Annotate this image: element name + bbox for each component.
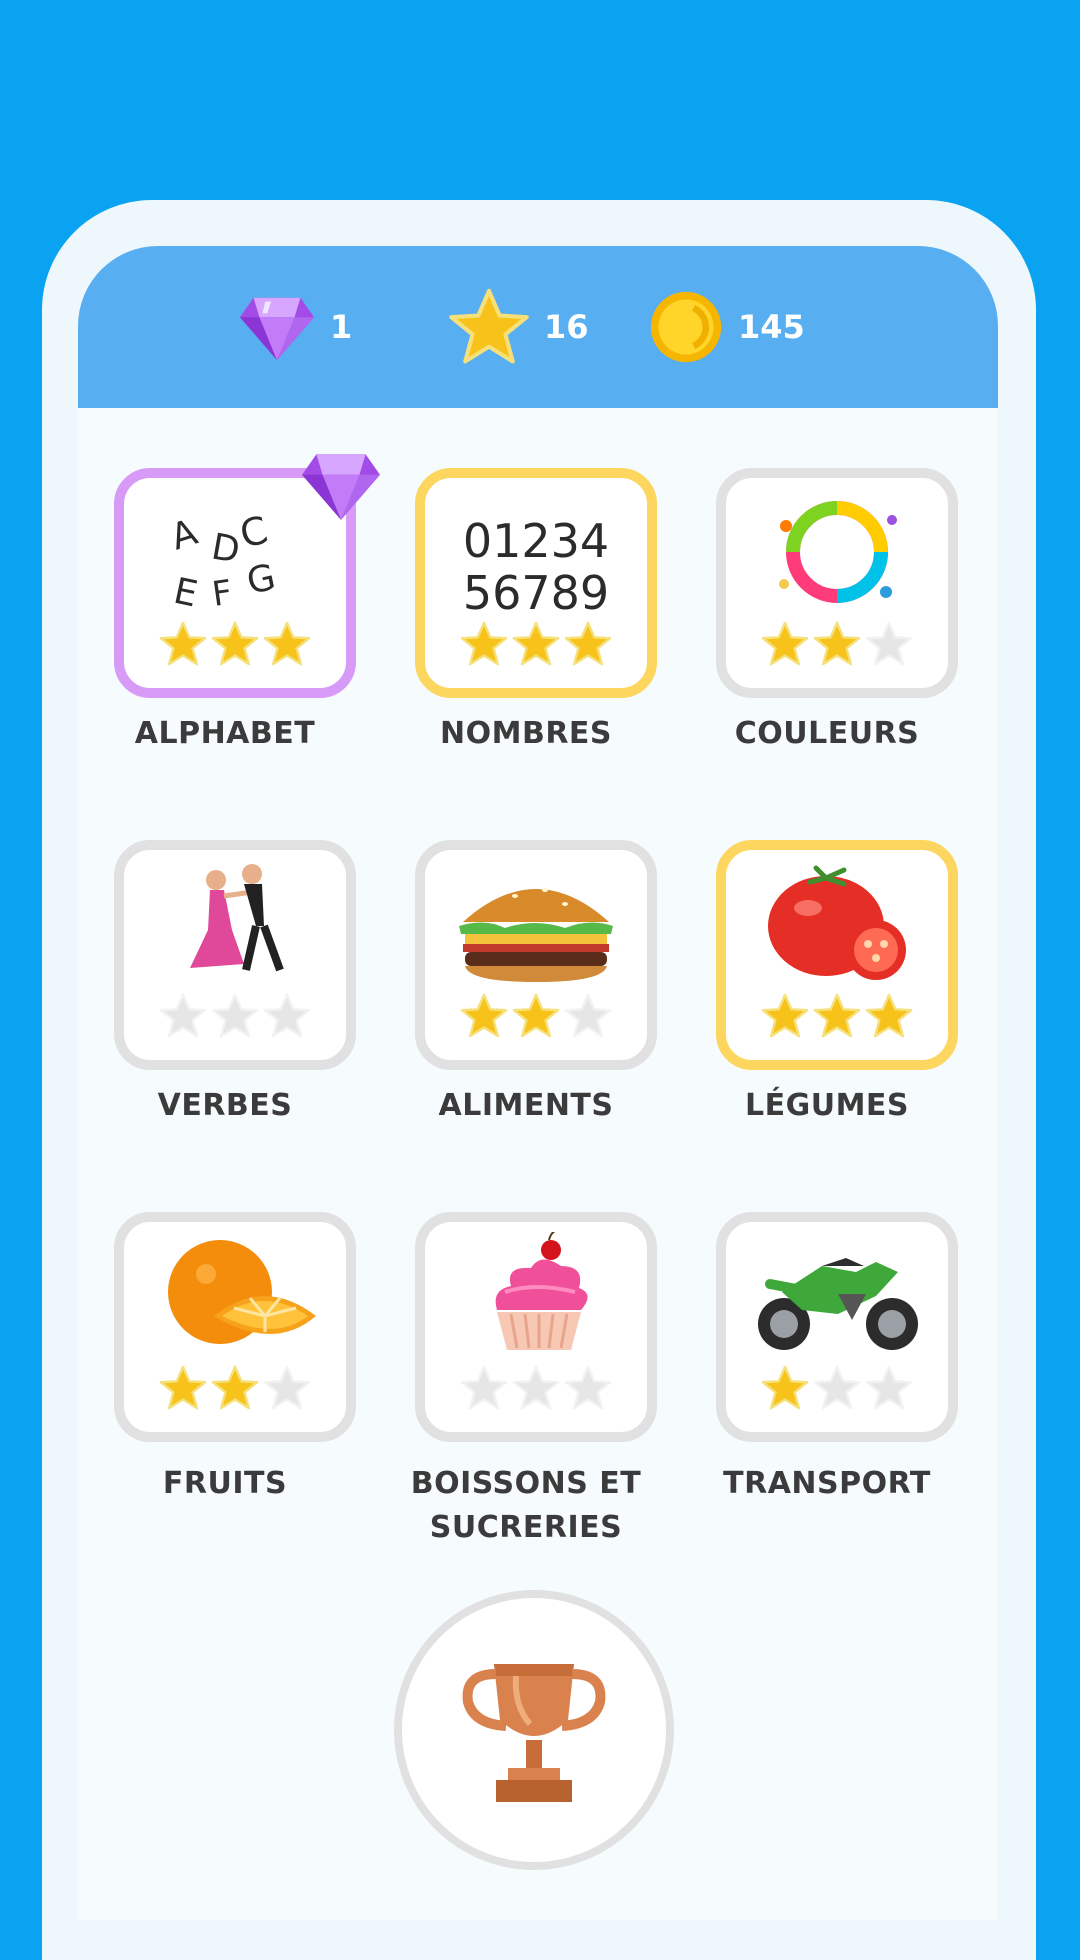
category-label: LÉGUMES [744, 1088, 910, 1123]
category-tile-legumes[interactable] [716, 840, 958, 1070]
category-label-line2: SUCRERIES [429, 1510, 623, 1545]
star-filled-icon [761, 621, 809, 666]
star-filled-icon [159, 621, 207, 666]
category-tile-boissons-sucreries[interactable] [415, 1212, 657, 1442]
motorcycle-image [758, 1258, 918, 1350]
burger-image [459, 888, 613, 982]
category-tile-couleurs[interactable] [716, 468, 958, 698]
star-rating [726, 620, 948, 672]
star-empty-icon [512, 1365, 560, 1410]
category-label: ALIMENTS [438, 1088, 614, 1123]
coins-counter: 145 [648, 284, 805, 370]
letter: C [236, 508, 272, 557]
star-filled-icon [564, 621, 612, 666]
star-rating [425, 992, 647, 1044]
star-empty-icon [263, 993, 311, 1038]
category-label: COULEURS [734, 716, 920, 751]
letter: D [208, 526, 242, 571]
star-icon [449, 288, 529, 364]
category-tile-transport[interactable] [716, 1212, 958, 1442]
diamond-icon [302, 454, 380, 520]
star-rating [425, 1364, 647, 1416]
star-rating [124, 1364, 346, 1416]
star-filled-icon [865, 993, 913, 1038]
star-rating [124, 992, 346, 1044]
letter: E [170, 571, 201, 616]
stars-counter: 16 [448, 284, 589, 370]
digits-line: 01234 [462, 514, 610, 568]
dancers-image [190, 864, 284, 972]
star-empty-icon [211, 993, 259, 1038]
letter: F [210, 573, 235, 615]
star-filled-icon [813, 621, 861, 666]
star-filled-icon [211, 621, 259, 666]
coins-count: 145 [738, 308, 805, 346]
star-empty-icon [865, 621, 913, 666]
coin-icon [650, 291, 722, 363]
star-empty-icon [813, 1365, 861, 1410]
star-filled-icon [761, 993, 809, 1038]
category-label: NOMBRES [439, 716, 613, 751]
category-screen: 1 16 145 A D C E F G ALPHABET 01234 5678… [78, 246, 998, 1920]
category-tile-verbes[interactable] [114, 840, 356, 1070]
stars-count: 16 [544, 308, 589, 346]
star-filled-icon [460, 993, 508, 1038]
star-filled-icon [813, 993, 861, 1038]
trophy-button[interactable] [394, 1590, 674, 1870]
gems-count: 1 [330, 308, 353, 346]
star-empty-icon [263, 1365, 311, 1410]
trophy-icon [462, 1664, 606, 1802]
star-rating [124, 620, 346, 672]
star-empty-icon [564, 993, 612, 1038]
category-label: FRUITS [162, 1466, 288, 1501]
star-empty-icon [564, 1365, 612, 1410]
star-empty-icon [865, 1365, 913, 1410]
star-rating [425, 620, 647, 672]
category-label: VERBES [157, 1088, 293, 1123]
star-rating [726, 1364, 948, 1416]
category-label: ALPHABET [134, 716, 316, 751]
star-empty-icon [460, 1365, 508, 1410]
category-label: BOISSONS ET [410, 1466, 642, 1501]
letter: G [243, 557, 279, 603]
star-filled-icon [211, 1365, 259, 1410]
category-tile-aliments[interactable] [415, 840, 657, 1070]
star-rating [726, 992, 948, 1044]
category-tile-fruits[interactable] [114, 1212, 356, 1442]
cupcake-image [495, 1232, 588, 1350]
tomato-image [768, 865, 906, 980]
star-filled-icon [761, 1365, 809, 1410]
orange-image [168, 1240, 316, 1344]
letter: A [166, 512, 202, 559]
stats-header: 1 16 145 [78, 246, 998, 408]
star-filled-icon [512, 621, 560, 666]
star-filled-icon [460, 621, 508, 666]
gems-counter: 1 [238, 284, 352, 370]
star-filled-icon [263, 621, 311, 666]
category-label: TRANSPORT [723, 1466, 931, 1501]
paint-splash-image [779, 501, 897, 603]
digits-line: 56789 [462, 566, 610, 620]
category-tile-nombres[interactable]: 01234 56789 [415, 468, 657, 698]
star-filled-icon [159, 1365, 207, 1410]
star-filled-icon [512, 993, 560, 1038]
star-empty-icon [159, 993, 207, 1038]
diamond-icon [239, 297, 315, 361]
